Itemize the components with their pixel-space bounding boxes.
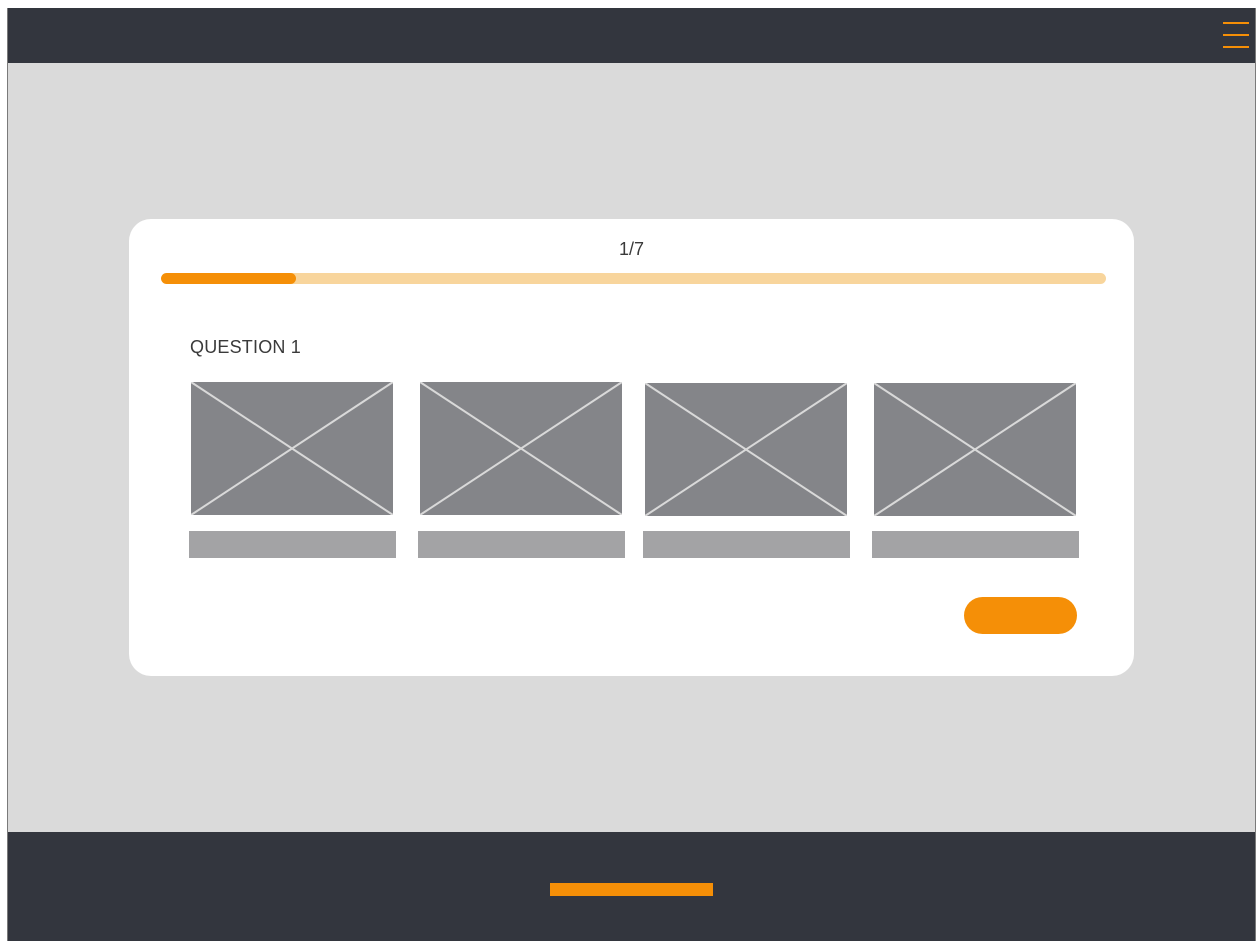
question-title: QUESTION 1 [190,337,302,357]
answer-option-label [418,531,625,558]
answer-option-4[interactable] [872,383,1079,558]
answer-option-1[interactable] [189,382,396,558]
image-placeholder-icon [191,382,393,515]
menu-line [1223,34,1249,36]
menu-line [1223,46,1249,48]
progress-counter: 1/7 [618,239,645,259]
image-placeholder-icon [874,383,1076,516]
menu-line [1223,22,1249,24]
top-bar [8,8,1255,63]
footer-accent-bar [550,883,713,896]
answer-option-label [872,531,1079,558]
answer-option-3[interactable] [643,383,850,558]
hamburger-menu-icon[interactable] [1223,22,1249,48]
footer [8,832,1255,941]
image-placeholder-icon [645,383,847,516]
progress-bar-fill [161,273,297,284]
answer-option-2[interactable] [418,382,625,558]
submit-button[interactable] [964,597,1077,634]
quiz-card: 1/7 QUESTION 1 [129,219,1134,676]
answer-option-label [189,531,396,558]
app-frame: 1/7 QUESTION 1 [7,8,1256,941]
progress-bar [161,273,1106,284]
answer-option-label [643,531,850,558]
image-placeholder-icon [420,382,622,515]
